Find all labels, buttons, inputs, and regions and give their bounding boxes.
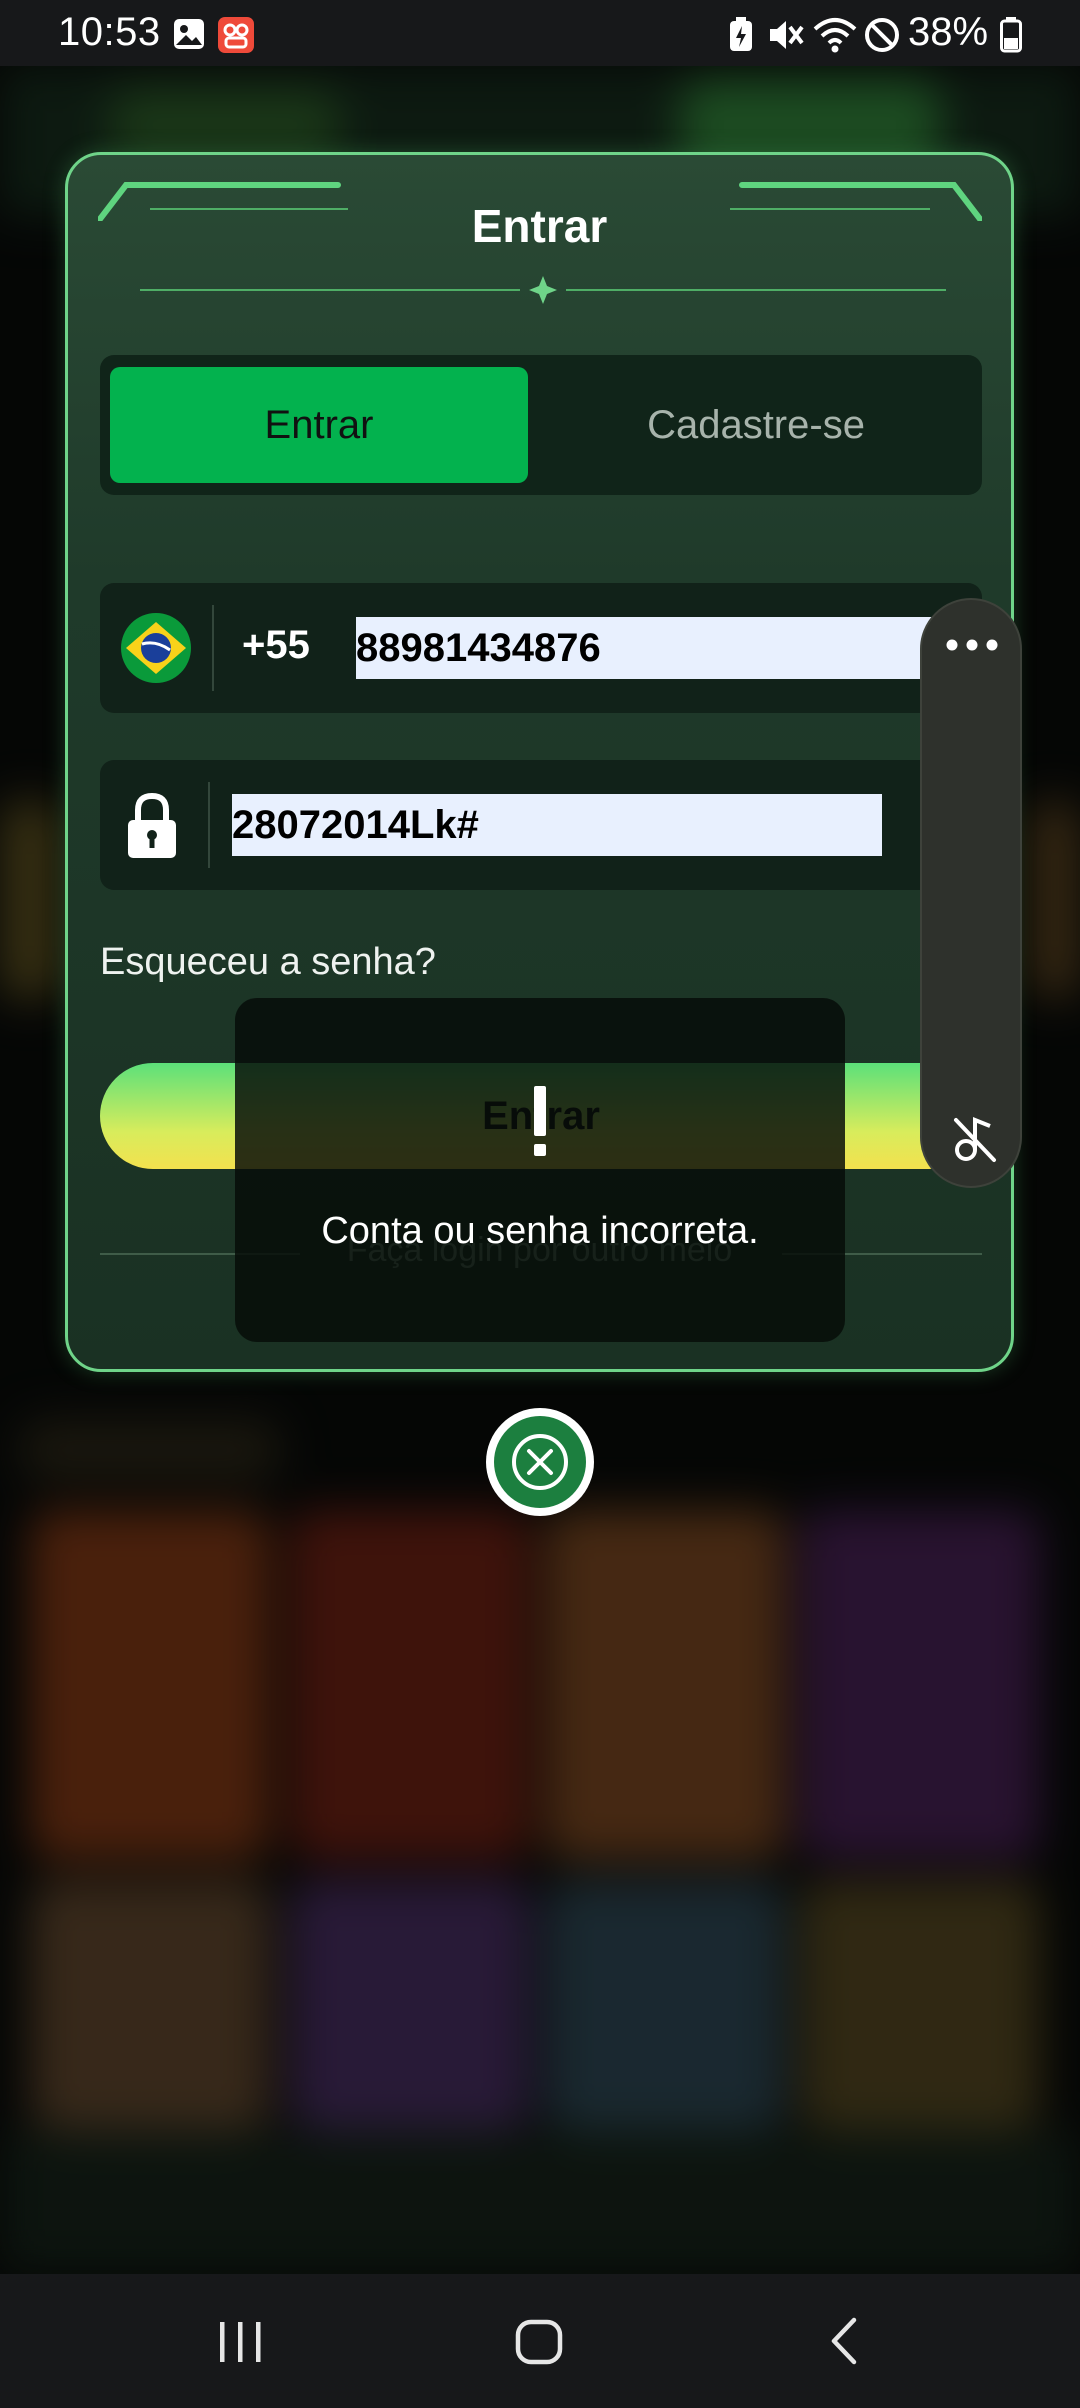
phone-divider bbox=[212, 605, 214, 691]
close-modal-button[interactable] bbox=[486, 1408, 594, 1516]
status-time: 10:53 bbox=[58, 10, 161, 54]
toast-message: Conta ou senha incorreta. bbox=[321, 1210, 759, 1252]
password-divider bbox=[208, 782, 210, 868]
phone-field: +55 bbox=[100, 583, 982, 713]
mute-music-icon[interactable] bbox=[952, 1114, 998, 1164]
phone-input[interactable] bbox=[356, 617, 956, 679]
forgot-password-link[interactable]: Esqueceu a senha? bbox=[100, 941, 436, 984]
password-field bbox=[100, 760, 982, 890]
exclamation-icon bbox=[534, 1086, 546, 1156]
lock-icon bbox=[128, 792, 176, 858]
home-icon[interactable] bbox=[508, 2308, 572, 2374]
wifi-icon bbox=[813, 18, 857, 53]
error-toast: Conta ou senha incorreta. bbox=[235, 998, 845, 1342]
battery-icon bbox=[1000, 17, 1022, 53]
gallery-icon bbox=[174, 19, 204, 49]
battery-saver-icon bbox=[730, 17, 752, 51]
close-icon-circle bbox=[494, 1416, 586, 1508]
back-icon[interactable] bbox=[816, 2308, 872, 2374]
password-input[interactable] bbox=[232, 794, 882, 856]
recent-apps-icon[interactable] bbox=[210, 2308, 270, 2374]
do-not-disturb-icon bbox=[865, 18, 899, 52]
tab-register[interactable]: Cadastre-se bbox=[540, 367, 972, 483]
title-divider-star bbox=[140, 276, 946, 304]
system-navigation-bar bbox=[0, 2274, 1080, 2408]
close-icon bbox=[512, 1434, 568, 1490]
tab-bar: Entrar Cadastre-se bbox=[100, 355, 982, 495]
modal-title: Entrar bbox=[471, 200, 608, 252]
vibrate-icon bbox=[770, 21, 804, 49]
floating-side-panel[interactable] bbox=[920, 598, 1022, 1188]
battery-percentage: 38% bbox=[908, 10, 989, 54]
country-code[interactable]: +55 bbox=[242, 623, 310, 668]
status-bar: 10:53 38% bbox=[0, 0, 1080, 66]
screen: 10:53 38% Entrar Entrar Cadastre-se +55 … bbox=[0, 0, 1080, 2408]
tab-login[interactable]: Entrar bbox=[110, 367, 528, 483]
notification-app-icon bbox=[218, 17, 254, 53]
more-options-icon[interactable] bbox=[942, 630, 1002, 660]
brazil-flag-icon[interactable] bbox=[120, 612, 192, 684]
